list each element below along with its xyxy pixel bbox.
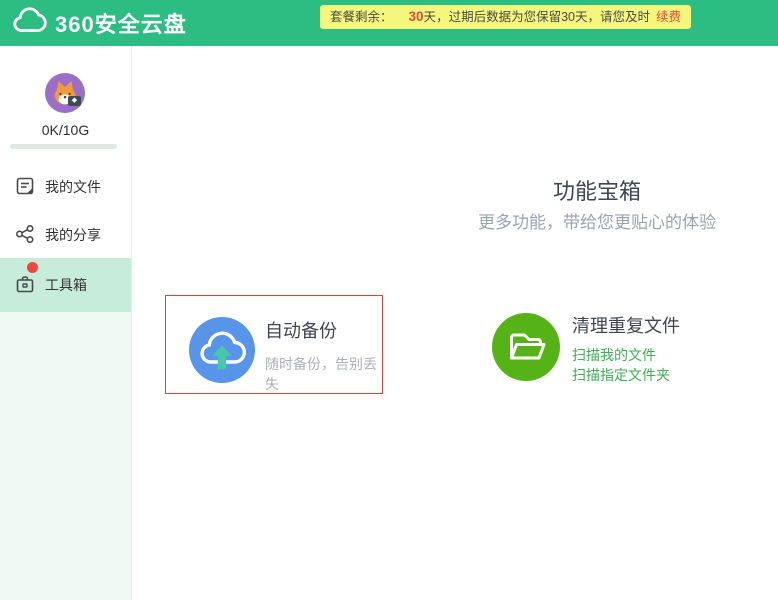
fox-avatar-icon <box>45 73 85 113</box>
page-subtitle: 更多功能，带给您更贴心的体验 <box>416 208 778 233</box>
tool-description: 随时备份，告别丢失 <box>265 354 383 394</box>
share-icon <box>14 223 36 248</box>
notice-middle: ，过期后数据为您保留30天，请您及时 <box>436 10 650 24</box>
app-window: 360安全云盘 套餐剩余： 30天，过期后数据为您保留30天，请您及时续费 ◆ 0… <box>0 0 778 600</box>
app-logo: 360安全云盘 <box>10 0 187 46</box>
sidebar-item-label: 工具箱 <box>45 275 87 295</box>
tool-card-text: 清理重复文件 扫描我的文件 扫描指定文件夹 <box>572 314 680 385</box>
tool-name: 自动备份 <box>265 319 383 343</box>
tool-card-text: 自动备份 随时备份，告别丢失 <box>265 319 383 394</box>
renew-link[interactable]: 续费 <box>656 10 681 24</box>
tool-card-auto-backup[interactable]: 自动备份 随时备份，告别丢失 <box>165 295 383 394</box>
cloud-upload-icon <box>189 317 255 383</box>
notification-dot <box>27 262 38 273</box>
open-folder-icon <box>492 313 560 381</box>
sidebar-item-label: 我的文件 <box>45 177 101 197</box>
cloud-logo-icon <box>10 6 50 41</box>
tool-links: 扫描我的文件 扫描指定文件夹 <box>572 345 680 385</box>
page-title: 功能宝箱 <box>416 174 778 206</box>
app-header: 360安全云盘 套餐剩余： 30天，过期后数据为您保留30天，请您及时续费 <box>0 0 778 46</box>
days-unit: 天 <box>424 10 437 24</box>
tool-name: 清理重复文件 <box>572 314 680 338</box>
sidebar-item-my-shares[interactable]: 我的分享 <box>0 210 131 260</box>
storage-usage-label: 0K/10G <box>0 122 131 138</box>
tool-card-clean-duplicates[interactable]: 清理重复文件 扫描我的文件 扫描指定文件夹 <box>470 294 714 398</box>
vip-badge-icon: ◆ <box>68 96 81 106</box>
sidebar: ◆ 0K/10G 我的文件 <box>0 46 132 600</box>
days-remaining: 30 <box>409 9 424 24</box>
scan-specified-folder-link[interactable]: 扫描指定文件夹 <box>572 365 680 385</box>
app-title: 360安全云盘 <box>55 7 187 39</box>
sidebar-item-my-files[interactable]: 我的文件 <box>0 162 131 212</box>
notice-prefix: 套餐剩余： <box>330 10 393 24</box>
sidebar-item-label: 我的分享 <box>45 225 101 245</box>
storage-progress-bar <box>10 144 117 149</box>
file-doc-icon <box>14 175 36 200</box>
sidebar-item-toolbox[interactable]: 工具箱 <box>0 258 131 312</box>
toolbox-icon <box>14 273 36 298</box>
sidebar-lower-panel <box>0 312 131 600</box>
plan-expiry-notice: 套餐剩余： 30天，过期后数据为您保留30天，请您及时续费 <box>320 5 691 29</box>
scan-my-files-link[interactable]: 扫描我的文件 <box>572 345 680 365</box>
user-avatar[interactable] <box>45 73 85 113</box>
